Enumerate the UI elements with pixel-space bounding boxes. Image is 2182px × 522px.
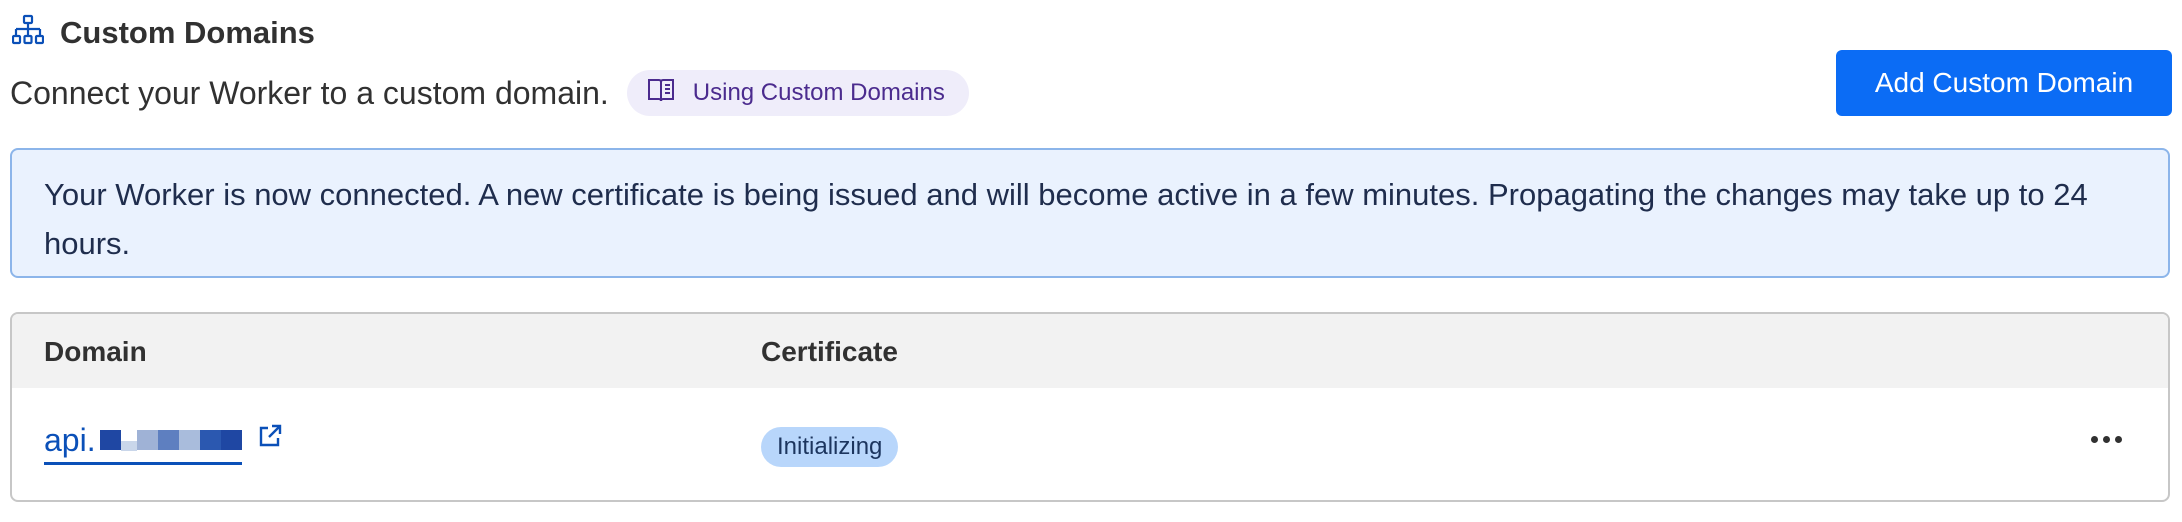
description-row: Connect your Worker to a custom domain. … xyxy=(10,70,969,116)
banner-message: Your Worker is now connected. A new cert… xyxy=(44,177,2088,261)
section-description: Connect your Worker to a custom domain. xyxy=(10,74,609,111)
success-banner: Your Worker is now connected. A new cert… xyxy=(10,148,2170,278)
section-header: Custom Domains xyxy=(11,14,315,51)
more-horizontal-icon[interactable] xyxy=(2085,430,2128,449)
book-icon xyxy=(647,77,675,110)
docs-link[interactable]: Using Custom Domains xyxy=(626,70,969,116)
docs-link-label: Using Custom Domains xyxy=(692,79,945,106)
external-link-icon[interactable] xyxy=(256,422,284,455)
domain-link[interactable]: api. xyxy=(44,420,242,465)
add-custom-domain-button[interactable]: Add Custom Domain xyxy=(1836,50,2172,116)
table-row: api. Initializing xyxy=(12,388,2168,500)
table-header: Domain Certificate xyxy=(12,314,2168,388)
certificate-status-badge: Initializing xyxy=(761,427,899,467)
sitemap-icon xyxy=(11,14,45,51)
domain-name: api. xyxy=(44,421,96,458)
domains-table: Domain Certificate api. Initializing xyxy=(10,312,2170,502)
column-header-domain: Domain xyxy=(44,336,147,367)
column-header-certificate: Certificate xyxy=(761,336,898,367)
redacted-domain-text xyxy=(99,429,242,451)
domain-cell: api. xyxy=(44,420,284,465)
page-title: Custom Domains xyxy=(60,14,315,50)
